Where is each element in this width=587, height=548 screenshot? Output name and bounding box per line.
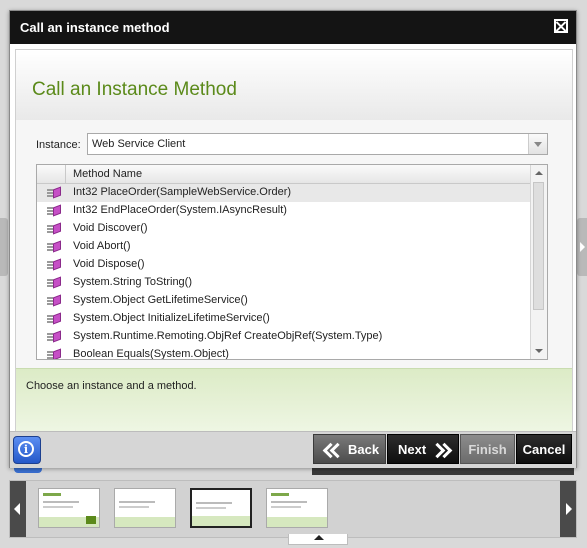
strip-left-arrow-icon[interactable] — [10, 481, 26, 537]
next-button[interactable]: Next — [387, 434, 459, 464]
right-handle[interactable] — [577, 218, 587, 276]
method-name: Void Discover() — [73, 222, 148, 234]
double-chevron-left-icon — [322, 441, 340, 459]
method-name: System.Object GetLifetimeService() — [73, 294, 248, 306]
page-title: Call an Instance Method — [32, 79, 237, 100]
thumbnail-4[interactable] — [266, 488, 328, 528]
method-name: Boolean Equals(System.Object) — [73, 348, 229, 360]
table-row[interactable]: Int32 EndPlaceOrder(System.IAsyncResult) — [37, 202, 531, 220]
left-handle[interactable] — [0, 218, 8, 276]
table-row[interactable]: Void Abort() — [37, 238, 531, 256]
method-rows: Int32 PlaceOrder(SampleWebService.Order)… — [37, 184, 531, 360]
close-icon[interactable] — [554, 19, 568, 33]
method-name: System.String ToString() — [73, 276, 193, 288]
scroll-down-icon[interactable] — [531, 343, 547, 359]
method-list-scrollbar[interactable] — [530, 165, 547, 359]
instance-label: Instance: — [36, 139, 81, 151]
info-message: Choose an instance and a method. — [26, 380, 197, 392]
icon-column-header — [37, 165, 66, 183]
info-area: Choose an instance and a method. — [16, 368, 572, 431]
method-name: Void Dispose() — [73, 258, 145, 270]
method-name: Int32 EndPlaceOrder(System.IAsyncResult) — [73, 204, 287, 216]
method-list: Method Name Int32 PlaceOrder(SampleWebSe… — [36, 164, 548, 360]
call-method-dialog: Call an instance method Call an Instance… — [9, 10, 577, 468]
method-icon — [47, 331, 61, 343]
method-icon — [47, 295, 61, 307]
cancel-button[interactable]: Cancel — [516, 434, 572, 464]
instance-select[interactable]: Web Service Client — [87, 133, 548, 155]
method-icon — [47, 313, 61, 325]
method-name: System.Object InitializeLifetimeService(… — [73, 312, 270, 324]
table-row[interactable]: Boolean Equals(System.Object) — [37, 346, 531, 360]
method-icon — [47, 277, 61, 289]
instance-value: Web Service Client — [92, 138, 186, 150]
strip-right-arrow-icon[interactable] — [560, 481, 576, 537]
method-icon — [47, 241, 61, 253]
table-row[interactable]: Void Dispose() — [37, 256, 531, 274]
table-row[interactable]: System.Object InitializeLifetimeService(… — [37, 310, 531, 328]
back-button[interactable]: Back — [313, 434, 386, 464]
method-icon — [47, 205, 61, 217]
dialog-title: Call an instance method — [20, 20, 170, 35]
thumbnail-2[interactable] — [114, 488, 176, 528]
method-icon — [47, 187, 61, 199]
table-row[interactable]: System.Object GetLifetimeService() — [37, 292, 531, 310]
method-list-header: Method Name — [37, 165, 531, 184]
chevron-down-icon[interactable] — [528, 134, 547, 154]
method-icon — [47, 259, 61, 271]
scroll-up-icon[interactable] — [531, 165, 547, 181]
strip-collapse-icon[interactable] — [288, 534, 348, 545]
method-icon — [47, 223, 61, 235]
method-name-header[interactable]: Method Name — [73, 168, 142, 180]
info-icon: i — [18, 441, 34, 457]
thumbnail-3[interactable] — [190, 488, 252, 528]
dialog-titlebar: Call an instance method — [10, 11, 576, 44]
method-name: Int32 PlaceOrder(SampleWebService.Order) — [73, 186, 292, 198]
next-label: Next — [398, 442, 427, 457]
scroll-thumb[interactable] — [533, 182, 544, 310]
double-chevron-right-icon — [432, 441, 450, 459]
dialog-content: Call an Instance Method Instance: Web Se… — [15, 49, 573, 431]
dialog-footer: i Back Next Finish Cancel — [10, 431, 576, 468]
table-row[interactable]: System.Runtime.Remoting.ObjRef CreateObj… — [37, 328, 531, 346]
back-label: Back — [348, 442, 380, 457]
method-icon — [47, 349, 61, 359]
thumbnail-strip — [9, 480, 577, 538]
help-button[interactable]: i — [13, 436, 41, 464]
table-row[interactable]: Int32 PlaceOrder(SampleWebService.Order) — [37, 184, 531, 202]
finish-button[interactable]: Finish — [460, 434, 515, 464]
table-row[interactable]: System.String ToString() — [37, 274, 531, 292]
method-name: Void Abort() — [73, 240, 131, 252]
table-row[interactable]: Void Discover() — [37, 220, 531, 238]
thumbnail-1[interactable] — [38, 488, 100, 528]
method-name: System.Runtime.Remoting.ObjRef CreateObj… — [73, 330, 383, 342]
